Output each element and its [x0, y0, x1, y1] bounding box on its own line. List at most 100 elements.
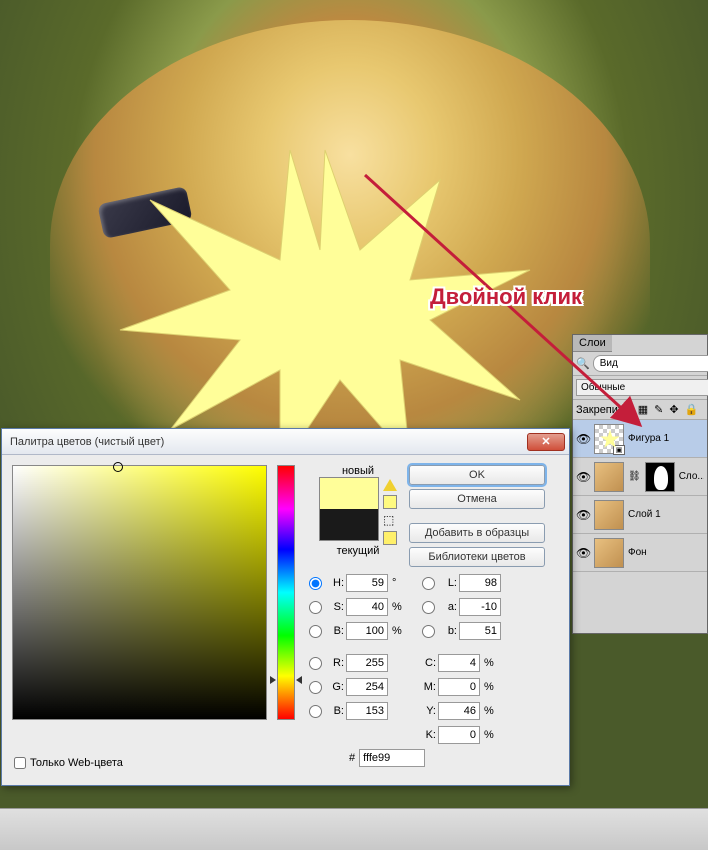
h-label: H:	[326, 577, 344, 589]
l-radio[interactable]	[422, 577, 435, 590]
r-input[interactable]	[346, 654, 388, 672]
pct-unit: %	[482, 657, 496, 669]
websafe-color-icon[interactable]	[383, 531, 397, 545]
layer-row-shape[interactable]: 👁 ▣ Фигура 1	[573, 420, 707, 458]
color-libraries-button[interactable]: Библиотеки цветов	[409, 547, 545, 567]
color-picker-dialog: Палитра цветов (чистый цвет) ✕ новый	[1, 428, 570, 786]
hex-input[interactable]	[359, 749, 425, 767]
color-swatch	[319, 477, 379, 541]
visibility-icon[interactable]: 👁	[576, 470, 590, 484]
l-label: L:	[439, 577, 457, 589]
h-radio[interactable]	[309, 577, 322, 590]
hex-label: #	[349, 752, 355, 764]
web-only-checkbox[interactable]	[14, 757, 26, 769]
lb-label: b:	[439, 625, 457, 637]
b-input[interactable]	[346, 622, 388, 640]
pct-unit: %	[390, 625, 404, 637]
new-color-label: новый	[319, 465, 397, 477]
link-icon[interactable]: ⛓	[628, 471, 641, 482]
cancel-button[interactable]: Отмена	[409, 489, 545, 509]
color-field-marker	[113, 462, 123, 472]
visibility-icon[interactable]: 👁	[576, 508, 590, 522]
starburst-shape[interactable]	[110, 140, 540, 470]
lock-move-icon[interactable]: ✥	[669, 403, 678, 416]
s-radio[interactable]	[309, 601, 322, 614]
bl-label: B:	[326, 705, 344, 717]
layer-name[interactable]: Сло...	[679, 471, 704, 482]
visibility-icon[interactable]: 👁	[576, 546, 590, 560]
dialog-titlebar[interactable]: Палитра цветов (чистый цвет) ✕	[2, 429, 569, 455]
close-icon: ✕	[541, 435, 550, 448]
ok-button[interactable]: OK	[409, 465, 545, 485]
dialog-title: Палитра цветов (чистый цвет)	[6, 436, 527, 448]
status-bar	[0, 808, 708, 850]
r-radio[interactable]	[309, 657, 322, 670]
r-label: R:	[326, 657, 344, 669]
lock-brush-icon[interactable]: ✎	[654, 403, 663, 416]
gamut-color-icon[interactable]	[383, 495, 397, 509]
layers-tab[interactable]: Слои	[573, 335, 612, 352]
y-label: Y:	[422, 705, 436, 717]
add-swatch-button[interactable]: Добавить в образцы	[409, 523, 545, 543]
hue-marker-right	[296, 676, 302, 684]
shape-badge-icon: ▣	[613, 445, 625, 455]
pct-unit: %	[482, 729, 496, 741]
g-label: G:	[326, 681, 344, 693]
bl-input[interactable]	[346, 702, 388, 720]
hue-slider[interactable]	[277, 465, 295, 720]
layers-blend-row	[573, 376, 707, 400]
visibility-icon[interactable]: 👁	[576, 432, 590, 446]
layer-name[interactable]: Фигура 1	[628, 433, 704, 444]
lock-all-icon[interactable]: 🔒	[685, 403, 699, 416]
k-label: K:	[422, 729, 436, 741]
current-color-swatch[interactable]	[320, 509, 378, 540]
pct-unit: %	[390, 601, 404, 613]
layers-filter-row: 🔍	[573, 352, 707, 376]
lock-transparent-icon[interactable]: ▦	[638, 403, 648, 416]
g-radio[interactable]	[309, 681, 322, 694]
bl-radio[interactable]	[309, 705, 322, 718]
web-only-label: Только Web-цвета	[30, 757, 123, 769]
a-radio[interactable]	[422, 601, 435, 614]
k-input[interactable]	[438, 726, 480, 744]
websafe-warning-icon[interactable]: ⬚	[383, 513, 397, 527]
s-input[interactable]	[346, 598, 388, 616]
close-button[interactable]: ✕	[527, 433, 565, 451]
hue-marker-left	[270, 676, 276, 684]
lock-label: Закрепить:	[576, 404, 632, 416]
layer-thumb-shape[interactable]: ▣	[594, 424, 624, 454]
layer-name[interactable]: Слой 1	[628, 509, 704, 520]
h-input[interactable]	[346, 574, 388, 592]
search-icon: 🔍	[576, 357, 590, 370]
current-color-label: текущий	[319, 545, 397, 557]
pct-unit: %	[482, 705, 496, 717]
layers-panel: Слои 🔍 Закрепить: ▦ ✎ ✥ 🔒 👁 ▣ Фигура 1 👁…	[572, 334, 708, 634]
lb-input[interactable]	[459, 622, 501, 640]
layer-name[interactable]: Фон	[628, 547, 704, 558]
a-label: a:	[439, 601, 457, 613]
layers-lock-row: Закрепить: ▦ ✎ ✥ 🔒	[573, 400, 707, 420]
color-field[interactable]	[12, 465, 267, 720]
s-label: S:	[326, 601, 344, 613]
lb-radio[interactable]	[422, 625, 435, 638]
y-input[interactable]	[438, 702, 480, 720]
layer-mask-thumb[interactable]	[645, 462, 675, 492]
layer-thumb[interactable]	[594, 538, 624, 568]
layer-row-layer1[interactable]: 👁 Слой 1	[573, 496, 707, 534]
c-input[interactable]	[438, 654, 480, 672]
blend-mode-select[interactable]	[576, 379, 708, 396]
a-input[interactable]	[459, 598, 501, 616]
b-radio[interactable]	[309, 625, 322, 638]
layer-row-masked[interactable]: 👁 ⛓ Сло...	[573, 458, 707, 496]
new-color-swatch[interactable]	[320, 478, 378, 509]
layers-filter-input[interactable]	[593, 355, 708, 372]
c-label: C:	[422, 657, 436, 669]
layer-row-background[interactable]: 👁 Фон	[573, 534, 707, 572]
layer-thumb[interactable]	[594, 462, 624, 492]
pct-unit: %	[482, 681, 496, 693]
g-input[interactable]	[346, 678, 388, 696]
layer-thumb[interactable]	[594, 500, 624, 530]
m-input[interactable]	[438, 678, 480, 696]
l-input[interactable]	[459, 574, 501, 592]
gamut-warning-icon[interactable]	[383, 477, 397, 491]
